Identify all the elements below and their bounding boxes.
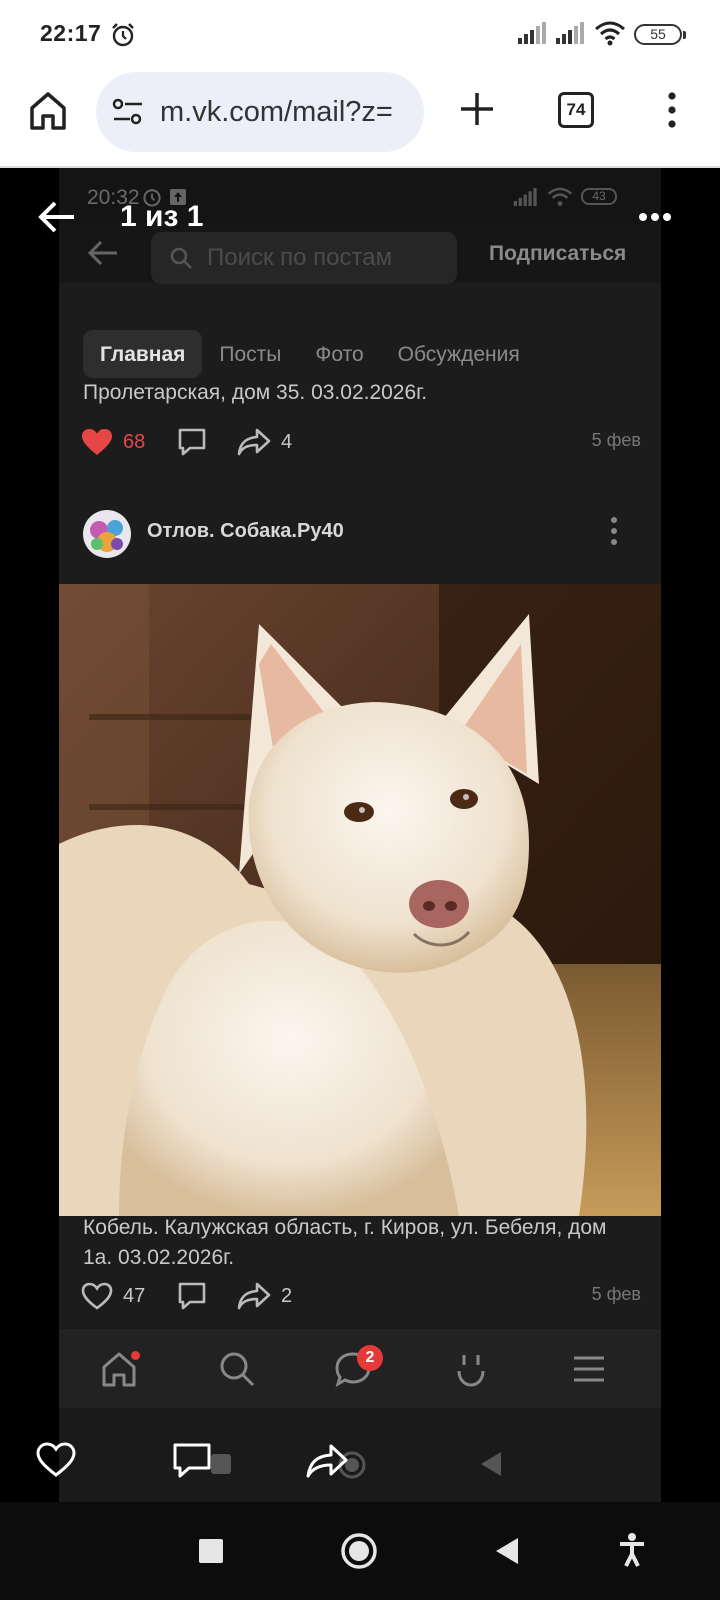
signal-icon: [518, 22, 546, 44]
nav-search[interactable]: [217, 1349, 261, 1393]
status-bar: 22:17 55: [0, 0, 720, 68]
community-tabs: Главная Посты Фото Обсуждения: [83, 330, 537, 378]
url-text: m.vk.com/mail?z=: [160, 96, 393, 128]
post-text: Кобель. Калужская область, г. Киров, ул.…: [83, 1216, 607, 1269]
alarm-icon: [112, 23, 134, 47]
share-icon: [237, 1282, 271, 1310]
share-count: 2: [281, 1284, 293, 1307]
tab-photos[interactable]: Фото: [298, 330, 380, 378]
author-name[interactable]: Отлов. Собака.Ру40: [147, 520, 344, 543]
accessibility-icon[interactable]: [618, 1532, 646, 1568]
clips-icon: [457, 1355, 485, 1387]
post-text: Пролетарская, дом 35. 03.02.2026г.: [83, 381, 428, 404]
notification-dot: [131, 1351, 140, 1360]
home-circle-icon[interactable]: [340, 1532, 378, 1570]
comment-icon: [178, 1282, 206, 1310]
more-horiz-icon[interactable]: [638, 212, 672, 222]
back-arrow-icon[interactable]: [38, 200, 76, 234]
site-settings-icon[interactable]: [112, 98, 144, 126]
nav-home[interactable]: [99, 1349, 143, 1393]
post-header: Отлов. Собака.Ру40: [59, 496, 661, 574]
heart-filled-icon: [82, 429, 112, 455]
nav-messages[interactable]: 2: [333, 1345, 383, 1393]
back-triangle-icon[interactable]: [494, 1536, 520, 1566]
like-count: 47: [123, 1284, 146, 1307]
new-tab-icon[interactable]: [458, 90, 496, 128]
comment-icon: [178, 428, 206, 456]
share-count: 4: [281, 430, 293, 453]
comment-button[interactable]: [177, 424, 207, 460]
like-icon[interactable]: [36, 1442, 76, 1478]
menu-icon: [574, 1356, 604, 1382]
tab-main[interactable]: Главная: [83, 330, 203, 378]
nav-clips[interactable]: [451, 1349, 495, 1393]
android-nav-bar: [0, 1502, 720, 1600]
share-button[interactable]: 4: [237, 424, 292, 460]
home-icon[interactable]: [28, 88, 68, 132]
post-date: 5 фев: [591, 430, 641, 450]
viewer-counter: 1 из 1: [120, 200, 204, 233]
like-button[interactable]: 47: [81, 1278, 145, 1314]
url-bar[interactable]: m.vk.com/mail?z=: [96, 72, 424, 152]
comment-icon[interactable]: [172, 1442, 212, 1480]
viewer-footer: [0, 1432, 720, 1502]
battery-indicator: 55: [634, 24, 686, 45]
more-vert-icon[interactable]: [664, 92, 680, 128]
nav-menu[interactable]: [569, 1349, 613, 1393]
recents-icon[interactable]: [198, 1538, 224, 1564]
post-actions: 68 4 5 фев: [81, 424, 641, 460]
more-vert-icon[interactable]: [609, 516, 619, 546]
post-date: 5 фев: [591, 1284, 641, 1304]
share-icon: [237, 428, 271, 456]
avatar-image: [83, 510, 131, 558]
tab-switcher-button[interactable]: 74: [558, 92, 594, 128]
share-button[interactable]: 2: [237, 1278, 292, 1314]
status-time: 22:17: [40, 20, 102, 46]
comment-button[interactable]: [177, 1278, 207, 1314]
tab-discussions[interactable]: Обсуждения: [381, 330, 537, 378]
post-photo-dog[interactable]: [59, 584, 661, 1216]
heart-icon: [81, 1282, 113, 1310]
like-count: 68: [123, 430, 146, 453]
author-avatar[interactable]: [83, 510, 131, 558]
tab-posts[interactable]: Посты: [202, 330, 298, 378]
wifi-icon: [595, 21, 625, 46]
share-icon[interactable]: [306, 1442, 348, 1480]
viewer-header: 1 из 1: [0, 168, 720, 258]
like-button[interactable]: 68: [81, 424, 145, 460]
browser-toolbar: m.vk.com/mail?z= 74: [0, 68, 720, 168]
signal-icon: [556, 22, 584, 44]
image-viewer: 20:32 43 Поиск по постам Подписаться Гла…: [0, 168, 720, 1502]
attached-screenshot: 20:32 43 Поиск по постам Подписаться Гла…: [59, 168, 661, 1502]
post-actions: 47 2 5 фев: [81, 1278, 641, 1314]
vk-bottom-nav: 2: [59, 1330, 661, 1408]
messages-badge: 2: [357, 1345, 383, 1371]
search-icon: [220, 1352, 255, 1387]
